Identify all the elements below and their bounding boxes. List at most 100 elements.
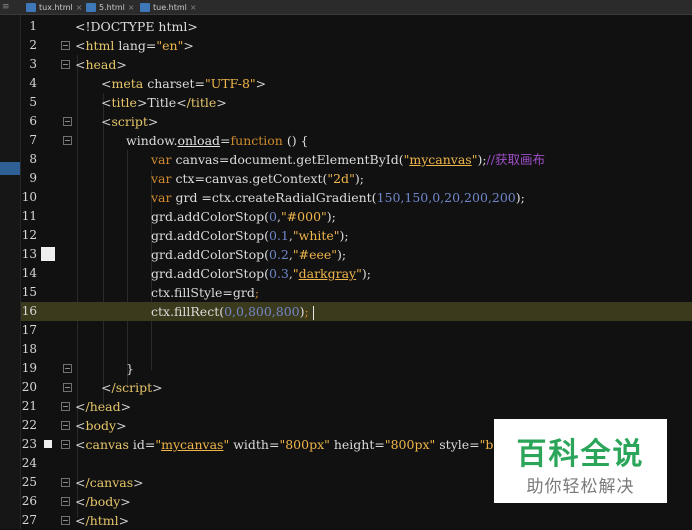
code-line[interactable]: 3 <head> — [21, 55, 692, 74]
tab-tux-html[interactable]: tux.html × — [22, 0, 86, 14]
line-number: 23 — [21, 437, 37, 451]
code-token: ctx.fillStyle=grd — [151, 285, 255, 300]
project-panel-edge[interactable] — [0, 15, 21, 529]
current-code-line[interactable]: 16 ctx.fillRect(0,0,800,800); — [21, 302, 692, 321]
attr-value: "800px" — [279, 437, 330, 452]
code-line[interactable]: 2 <html lang="en"> — [21, 36, 692, 55]
fold-toggle-icon[interactable] — [63, 117, 72, 126]
tab-label: 5.html — [99, 2, 125, 12]
code-token: 150,150,0,20,200,200 — [376, 190, 516, 205]
code-line[interactable]: 11 grd.addColorStop(0,"#000"); — [21, 207, 692, 226]
fold-toggle-icon[interactable] — [61, 60, 70, 69]
attr-value: "en" — [156, 38, 184, 53]
fold-toggle-icon[interactable] — [61, 41, 70, 50]
code-line[interactable]: 14 grd.addColorStop(0.3,"darkgray"); — [21, 264, 692, 283]
code-token: window. — [126, 133, 178, 148]
fold-toggle-icon[interactable] — [63, 136, 72, 145]
tab-label: tux.html — [39, 2, 73, 12]
tag-name: body — [85, 418, 117, 433]
line-number: 20 — [21, 380, 37, 394]
line-code: </script> — [101, 380, 163, 395]
fold-toggle-icon[interactable] — [63, 364, 72, 373]
code-line[interactable]: 9 var ctx=canvas.getContext("2d"); — [21, 169, 692, 188]
code-line[interactable]: 12 grd.addColorStop(0.1,"white"); — [21, 226, 692, 245]
line-code: window.onload=function () { — [126, 131, 309, 150]
attr-name: lang= — [114, 38, 157, 53]
fold-toggle-icon[interactable] — [61, 478, 70, 487]
fold-toggle-icon[interactable] — [63, 383, 72, 392]
tag-name: script — [111, 114, 148, 129]
line-number: 1 — [29, 19, 37, 33]
fold-toggle-icon[interactable] — [61, 402, 70, 411]
code-line[interactable]: 20 </script> — [21, 378, 692, 397]
line-code: <meta charset="UTF-8"> — [101, 76, 267, 91]
line-number: 19 — [21, 361, 37, 375]
text-cursor — [312, 305, 314, 320]
line-code: var ctx=canvas.getContext("2d"); — [151, 169, 364, 188]
watermark-subtitle: 助你轻松解决 — [526, 477, 635, 497]
line-number: 2 — [29, 38, 37, 52]
fold-toggle-icon[interactable] — [61, 421, 70, 430]
fold-toggle-icon[interactable] — [61, 516, 70, 525]
line-code: </html> — [75, 513, 130, 528]
line-code: grd.addColorStop(0,"#000"); — [151, 207, 336, 226]
code-token: ctx.fillRect( — [151, 304, 225, 319]
code-token: ctx=canvas.getContext( — [171, 171, 328, 186]
line-code: <title>Title</title> — [101, 95, 227, 110]
code-line[interactable]: 1 <!DOCTYPE html> — [21, 17, 692, 36]
code-line[interactable]: 21 </head> — [21, 397, 692, 416]
code-line[interactable]: 18 — [21, 340, 692, 359]
code-token: ); — [361, 266, 371, 281]
tab-menu-icon[interactable]: ≡ — [2, 2, 10, 12]
code-token: ); — [515, 190, 525, 205]
line-number: 4 — [29, 76, 37, 90]
tag-name: html — [85, 38, 115, 53]
code-line[interactable]: 7 window.onload=function () { — [21, 131, 692, 150]
line-number: 15 — [21, 285, 37, 299]
line-code: ctx.fillStyle=grd; — [151, 283, 259, 302]
attr-name: style= — [435, 437, 480, 452]
close-tab-icon[interactable]: × — [128, 3, 135, 12]
line-code: <canvas id="mycanvas" width="800px" heig… — [75, 435, 523, 454]
html-file-icon — [26, 2, 36, 12]
code-line[interactable]: 15 ctx.fillStyle=grd; — [21, 283, 692, 302]
code-line[interactable]: 17 — [21, 321, 692, 340]
attr-name: id= — [128, 437, 156, 452]
code-token: grd.addColorStop( — [151, 228, 269, 243]
fold-toggle-icon[interactable] — [61, 440, 70, 449]
line-number: 25 — [21, 475, 37, 489]
color-swatch-icon[interactable] — [44, 440, 52, 448]
tab-label: tue.html — [153, 2, 187, 12]
code-token: 0 — [269, 209, 277, 224]
line-number: 11 — [21, 209, 37, 223]
code-token: 0.3 — [269, 266, 289, 281]
line-number: 27 — [21, 513, 37, 527]
line-code: <html lang="en"> — [75, 38, 194, 53]
code-line[interactable]: 5 <title>Title</title> — [21, 93, 692, 112]
code-line[interactable]: 8 var canvas=document.getElementById("my… — [21, 150, 692, 169]
tab-5-html[interactable]: 5.html × — [82, 0, 139, 14]
code-line[interactable]: 27 </html> — [21, 511, 692, 530]
fold-toggle-icon[interactable] — [61, 497, 70, 506]
selected-file-marker[interactable] — [0, 162, 20, 175]
tab-tue-html[interactable]: tue.html × — [136, 0, 201, 14]
code-line[interactable]: 19 } — [21, 359, 692, 378]
line-number: 16 — [21, 304, 37, 318]
line-code: grd.addColorStop(0.3,"darkgray"); — [151, 264, 371, 283]
tag-name: meta — [111, 76, 144, 91]
line-code: var grd =ctx.createRadialGradient(150,15… — [151, 188, 525, 207]
code-token: grd =ctx.createRadialGradient( — [171, 190, 377, 205]
line-number: 6 — [29, 114, 37, 128]
close-tab-icon[interactable]: × — [190, 3, 197, 12]
code-token: ; — [254, 285, 260, 300]
code-line[interactable]: 6 <script> — [21, 112, 692, 131]
code-line[interactable]: 4 <meta charset="UTF-8"> — [21, 74, 692, 93]
code-token: "#000" — [280, 209, 327, 224]
code-line[interactable]: 13 grd.addColorStop(0.2,"#eee"); — [21, 245, 692, 264]
color-swatch-icon[interactable] — [41, 247, 55, 261]
code-line[interactable]: 10 var grd =ctx.createRadialGradient(150… — [21, 188, 692, 207]
tab-scroll-controls[interactable]: ≡ — [0, 0, 10, 14]
title-text: Title — [147, 95, 177, 110]
line-number: 26 — [21, 494, 37, 508]
tab-bar: ≡ tux.html × 5.html × tue.html × — [0, 0, 692, 15]
